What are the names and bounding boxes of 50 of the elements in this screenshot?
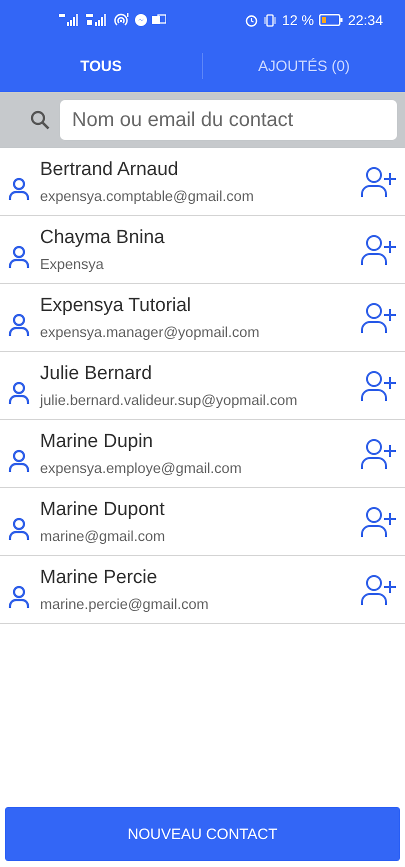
contact-name: Marine Dupont xyxy=(40,498,166,520)
add-contact-button[interactable] xyxy=(361,574,397,606)
add-contact-button[interactable] xyxy=(361,370,397,402)
contact-detail: Expensya xyxy=(40,256,105,272)
vibrate-icon xyxy=(263,14,278,26)
new-contact-button[interactable]: NOUVEAU CONTACT xyxy=(5,807,400,861)
search-icon xyxy=(30,110,50,130)
add-contact-button[interactable] xyxy=(361,302,397,334)
contact-detail: julie.bernard.valideur.sup@yopmail.com xyxy=(40,392,298,408)
person-icon xyxy=(8,312,30,336)
battery-icon xyxy=(318,14,343,26)
search-field[interactable]: Nom ou email du contact xyxy=(60,100,397,140)
person-icon xyxy=(8,584,30,608)
person-icon xyxy=(8,380,30,404)
battery-percent: 12 % xyxy=(282,12,314,28)
add-person-icon xyxy=(361,574,397,606)
add-person-icon xyxy=(361,370,397,402)
alarm-icon xyxy=(245,14,258,26)
contact-detail: expensya.comptable@gmail.com xyxy=(40,188,255,204)
add-person-icon xyxy=(361,506,397,538)
person-icon xyxy=(8,244,30,268)
mail-icon xyxy=(152,14,166,26)
add-person-icon xyxy=(361,438,397,470)
contact-name: Expensya Tutorial xyxy=(40,294,192,316)
add-contact-button[interactable] xyxy=(361,438,397,470)
signal-icon xyxy=(58,14,80,26)
contact-detail: marine.percie@gmail.com xyxy=(40,596,210,612)
contact-name: Marine Percie xyxy=(40,566,158,588)
signal-icon xyxy=(85,14,109,26)
messenger-icon xyxy=(135,14,147,26)
clock: 22:34 xyxy=(348,12,383,28)
add-person-icon xyxy=(361,166,397,198)
add-contact-button[interactable] xyxy=(361,166,397,198)
contact-name: Bertrand Arnaud xyxy=(40,158,180,180)
person-icon xyxy=(8,448,30,472)
person-icon xyxy=(8,516,30,540)
hotspot-icon xyxy=(114,13,130,27)
contact-name: Marine Dupin xyxy=(40,430,154,452)
contact-name: Chayma Bnina xyxy=(40,226,166,248)
tab[interactable]: TOUS xyxy=(0,40,202,92)
contact-detail: marine@gmail.com xyxy=(40,528,166,544)
person-icon xyxy=(8,176,30,200)
contact-detail: expensya.employe@gmail.com xyxy=(40,460,243,476)
add-contact-button[interactable] xyxy=(361,506,397,538)
contact-detail: expensya.manager@yopmail.com xyxy=(40,324,260,340)
tab[interactable]: AJOUTÉS (0) xyxy=(203,40,405,92)
add-contact-button[interactable] xyxy=(361,234,397,266)
add-person-icon xyxy=(361,234,397,266)
add-person-icon xyxy=(361,302,397,334)
contact-name: Julie Bernard xyxy=(40,362,153,384)
